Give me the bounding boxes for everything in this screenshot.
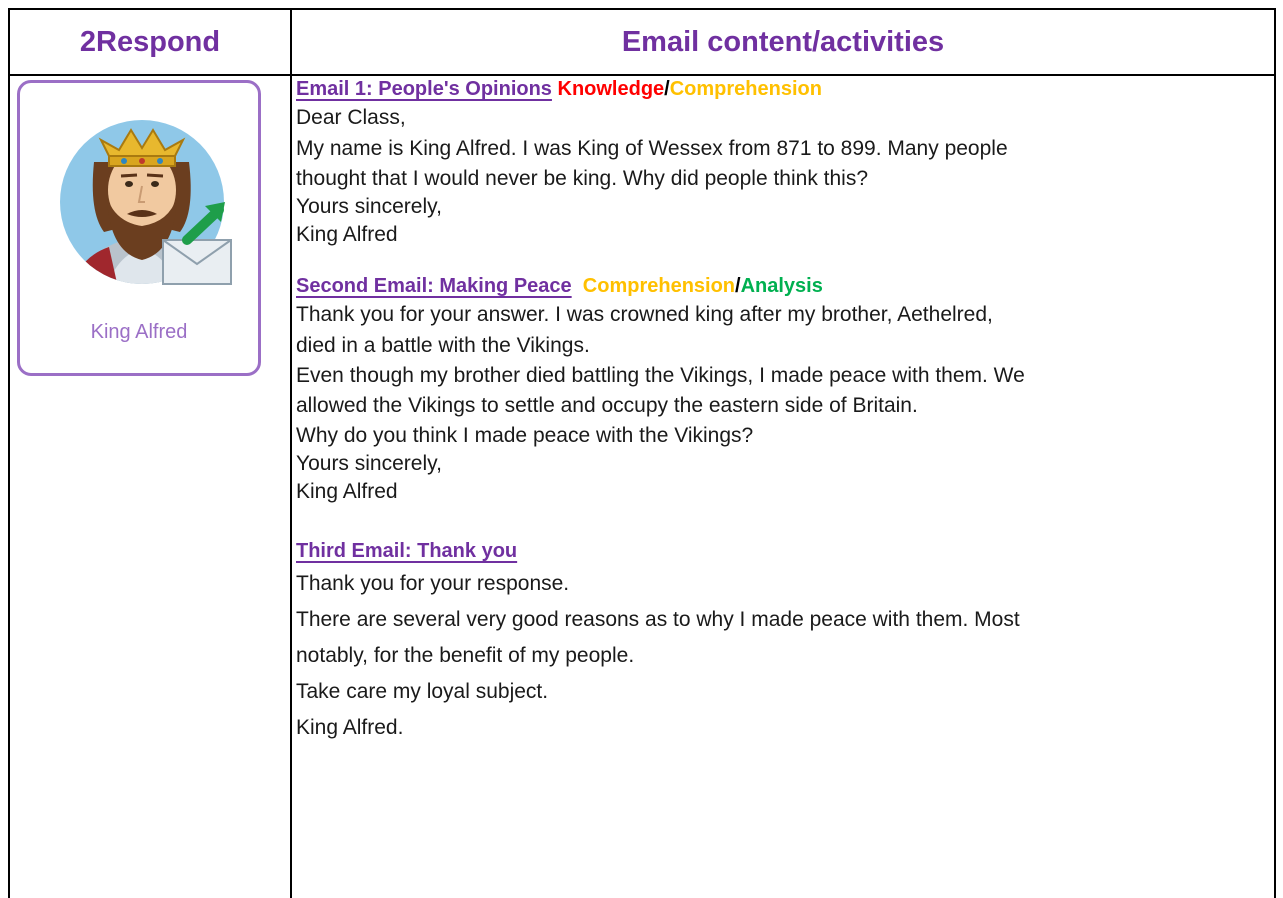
column-divider — [290, 10, 292, 898]
email2-line: King Alfred — [296, 480, 398, 503]
email3-title-row: Third Email: Thank you — [296, 536, 1256, 566]
email1-line: thought that I would never be king. Why … — [296, 167, 869, 190]
email2-tag-comprehension: Comprehension — [582, 275, 736, 297]
email1-line: King Alfred — [296, 223, 398, 246]
email2-line: Yours sincerely, — [296, 452, 442, 475]
email2-line: Why do you think I made peace with the V… — [296, 424, 754, 447]
email1-title-row: Email 1: People's Opinions Knowledge/Com… — [296, 74, 1256, 104]
email3-line: There are several very good reasons as t… — [296, 608, 1020, 631]
email2-line: died in a battle with the Vikings. — [296, 334, 590, 357]
email3-line: Thank you for your response. — [296, 572, 570, 595]
email2-line: allowed the Vikings to settle and occupy… — [296, 394, 918, 417]
email2-title-row: Second Email: Making Peace Comprehension… — [296, 271, 1256, 301]
email3-line: Take care my loyal subject. — [296, 680, 549, 703]
email1-title: Email 1: People's Opinions — [296, 78, 552, 100]
email2-tag-analysis: Analysis — [740, 275, 823, 297]
email3-line: notably, for the benefit of my people. — [296, 644, 635, 667]
header-2respond: 2Respond — [79, 25, 221, 58]
email1-line: Dear Class, — [296, 106, 406, 129]
card-name-label: King Alfred — [90, 321, 188, 343]
table-header: 2Respond Email content/activities — [10, 10, 1274, 76]
email-content: Email 1: People's Opinions Knowledge/Com… — [296, 74, 1256, 746]
king-alfred-avatar-icon — [49, 102, 235, 292]
email1-line: Yours sincerely, — [296, 195, 442, 218]
email1-tag-knowledge: Knowledge — [557, 78, 665, 100]
email2-line: Thank you for your answer. I was crowned… — [296, 303, 993, 326]
email3-title: Third Email: Thank you — [296, 540, 518, 562]
email3-line: King Alfred. — [296, 716, 404, 739]
email2-line: Even though my brother died battling the… — [296, 364, 1025, 387]
email2-title: Second Email: Making Peace — [296, 275, 572, 297]
header-email-content: Email content/activities — [621, 25, 945, 58]
email1-tag-comprehension: Comprehension — [669, 78, 822, 100]
email1-line: My name is King Alfred. I was King of We… — [296, 137, 1008, 160]
king-alfred-profile-card[interactable]: King Alfred — [17, 80, 261, 376]
